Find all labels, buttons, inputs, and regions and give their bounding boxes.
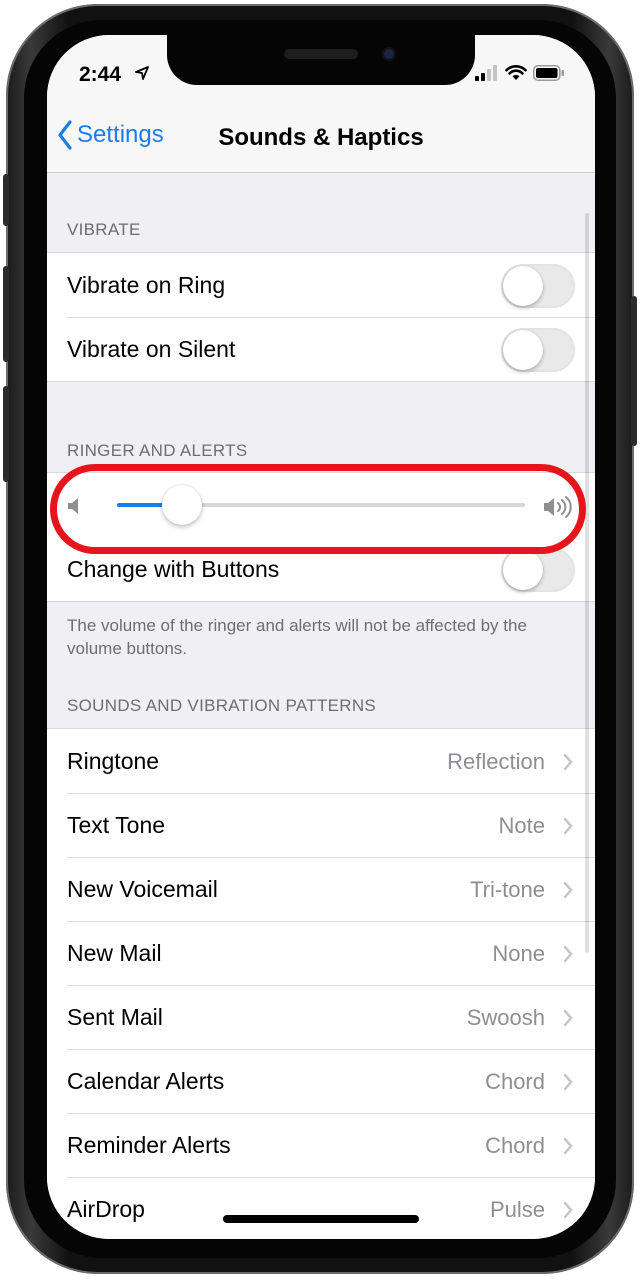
row-label: Sent Mail <box>67 1004 163 1030</box>
row-label: New Mail <box>67 940 162 966</box>
volume-down-button <box>3 386 9 482</box>
sound-row-airdrop[interactable]: AirDrop Pulse <box>47 1177 595 1239</box>
section-header-vibrate: VIBRATE <box>67 220 141 239</box>
navigation-bar: Settings Sounds & Haptics <box>47 110 595 173</box>
sound-row-ringtone[interactable]: Ringtone Reflection <box>47 729 595 793</box>
screen: 2:44 Settings Sounds & Haptics VIBRATE V… <box>47 35 595 1239</box>
scrollbar[interactable] <box>585 213 589 953</box>
row-value: Chord <box>485 1133 545 1158</box>
row-value: Note <box>498 813 545 838</box>
ringer-footer-note: The volume of the ringer and alerts will… <box>67 616 527 658</box>
row-label: AirDrop <box>67 1196 145 1222</box>
wifi-icon <box>505 65 527 80</box>
toggle-knob <box>503 550 543 590</box>
vibrate-on-ring-row: Vibrate on Ring <box>47 253 595 317</box>
row-value: Chord <box>485 1069 545 1094</box>
row-value: Reflection <box>447 749 545 774</box>
mute-switch <box>3 174 9 226</box>
highlight-annotation <box>50 464 586 554</box>
row-label: New Voicemail <box>67 876 218 902</box>
chevron-right-icon <box>563 817 573 835</box>
sounds-group: Ringtone Reflection Text Tone Note New V… <box>47 728 595 1239</box>
toggle-knob <box>503 266 543 306</box>
front-camera <box>382 47 396 61</box>
side-button <box>631 296 637 446</box>
vibrate-on-silent-row: Vibrate on Silent <box>47 317 595 381</box>
battery-icon <box>533 65 564 81</box>
chevron-right-icon <box>563 1009 573 1027</box>
chevron-right-icon <box>563 753 573 771</box>
sound-row-new-voicemail[interactable]: New Voicemail Tri-tone <box>47 857 595 921</box>
chevron-right-icon <box>563 1073 573 1091</box>
sound-row-text-tone[interactable]: Text Tone Note <box>47 793 595 857</box>
row-label: Calendar Alerts <box>67 1068 225 1094</box>
row-label: Change with Buttons <box>67 556 280 582</box>
chevron-right-icon <box>563 881 573 899</box>
section-header-sounds: SOUNDS AND VIBRATION PATTERNS <box>67 696 377 715</box>
volume-up-button <box>3 266 9 362</box>
sound-row-reminder-alerts[interactable]: Reminder Alerts Chord <box>47 1113 595 1177</box>
sound-row-new-mail[interactable]: New Mail None <box>47 921 595 985</box>
row-label: Reminder Alerts <box>67 1132 231 1158</box>
vibrate-group: Vibrate on Ring Vibrate on Silent <box>47 252 595 382</box>
chevron-right-icon <box>563 945 573 963</box>
home-indicator[interactable] <box>223 1215 419 1223</box>
row-label: Vibrate on Silent <box>67 336 236 362</box>
status-time: 2:44 <box>79 63 122 86</box>
row-value: None <box>492 941 545 966</box>
row-value: Pulse <box>489 1197 545 1222</box>
sound-row-sent-mail[interactable]: Sent Mail Swoosh <box>47 985 595 1049</box>
sound-row-calendar-alerts[interactable]: Calendar Alerts Chord <box>47 1049 595 1113</box>
row-value: Swoosh <box>466 1005 545 1030</box>
row-label: Ringtone <box>67 748 160 774</box>
vibrate-on-silent-toggle[interactable] <box>501 328 575 372</box>
chevron-right-icon <box>563 1201 573 1219</box>
vibrate-on-ring-toggle[interactable] <box>501 264 575 308</box>
location-arrow-icon <box>135 66 149 80</box>
section-header-ringer: RINGER AND ALERTS <box>67 441 248 460</box>
page-title: Sounds & Haptics <box>218 124 424 151</box>
toggle-knob <box>503 330 543 370</box>
cellular-signal-icon <box>475 65 497 81</box>
change-with-buttons-toggle[interactable] <box>501 548 575 592</box>
earpiece-speaker <box>284 49 358 59</box>
notch <box>167 35 475 85</box>
row-label: Vibrate on Ring <box>67 272 226 298</box>
row-value: Tri-tone <box>470 877 545 902</box>
chevron-right-icon <box>563 1137 573 1155</box>
row-label: Text Tone <box>67 812 166 838</box>
